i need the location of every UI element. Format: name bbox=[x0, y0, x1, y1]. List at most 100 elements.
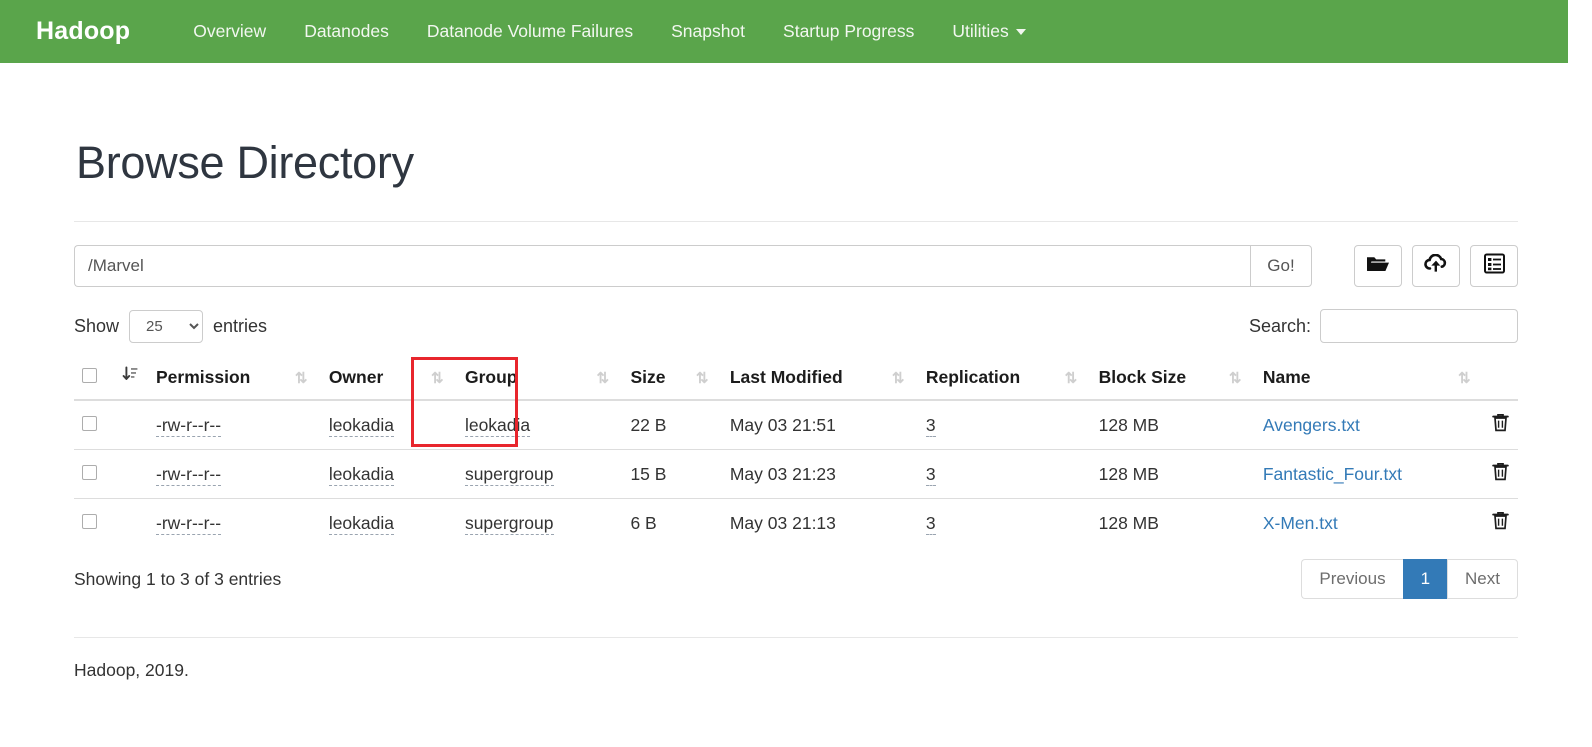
sort-toggle-size[interactable]: ⇅ bbox=[687, 357, 722, 401]
cell-replication: 3 bbox=[917, 399, 1057, 450]
delete-icon[interactable] bbox=[1492, 413, 1509, 436]
column-header-block-size[interactable]: Block Size bbox=[1090, 357, 1221, 401]
nav-item-startup-progress[interactable]: Startup Progress bbox=[764, 21, 933, 42]
upload-files-button[interactable] bbox=[1412, 245, 1460, 287]
file-name-link[interactable]: Avengers.txt bbox=[1263, 415, 1360, 435]
cell-gap bbox=[1056, 399, 1091, 450]
sort-amount-header[interactable] bbox=[114, 357, 148, 401]
cloud-upload-icon bbox=[1424, 253, 1448, 279]
cell-gap bbox=[286, 399, 321, 450]
pagination-page-1-button[interactable]: 1 bbox=[1402, 559, 1448, 599]
row-select-cell bbox=[74, 498, 114, 547]
cell-permission: -rw-r--r-- bbox=[148, 449, 287, 499]
pagination-next-button[interactable]: Next bbox=[1447, 559, 1518, 599]
cell-name: Fantastic_Four.txt bbox=[1254, 449, 1450, 499]
go-button[interactable]: Go! bbox=[1250, 245, 1312, 287]
owner-value[interactable]: leokadia bbox=[328, 463, 395, 486]
sort-both-icon[interactable]: ⇅ bbox=[892, 370, 905, 387]
cell-gap bbox=[588, 498, 623, 547]
sort-toggle-replication[interactable]: ⇅ bbox=[1056, 357, 1091, 401]
nav-item-snapshot[interactable]: Snapshot bbox=[652, 21, 764, 42]
nav-item-datanode-volume-failures[interactable]: Datanode Volume Failures bbox=[408, 21, 652, 42]
delete-icon[interactable] bbox=[1492, 462, 1509, 485]
column-header-size[interactable]: Size bbox=[622, 357, 688, 401]
column-header-permission[interactable]: Permission bbox=[148, 357, 287, 401]
sort-both-icon[interactable]: ⇅ bbox=[1458, 370, 1471, 387]
select-all-checkbox[interactable] bbox=[82, 367, 97, 383]
row-checkbox[interactable] bbox=[82, 513, 97, 529]
permission-value[interactable]: -rw-r--r-- bbox=[156, 414, 222, 437]
nav-item-datanodes[interactable]: Datanodes bbox=[285, 21, 408, 42]
replication-value[interactable]: 3 bbox=[925, 414, 936, 437]
group-value[interactable]: supergroup bbox=[464, 463, 554, 486]
sort-toggle-permission[interactable]: ⇅ bbox=[286, 357, 321, 401]
sort-both-icon[interactable]: ⇅ bbox=[1229, 370, 1242, 387]
owner-value[interactable]: leokadia bbox=[328, 512, 395, 535]
sort-toggle-group[interactable]: ⇅ bbox=[588, 357, 623, 401]
cell-permission: -rw-r--r-- bbox=[148, 498, 287, 547]
files-table: Permission ⇅ Owner ⇅ Group ⇅ Size ⇅ Last… bbox=[74, 357, 1518, 547]
delete-icon[interactable] bbox=[1492, 511, 1509, 534]
search-input[interactable] bbox=[1320, 309, 1518, 343]
column-header-last-modified[interactable]: Last Modified bbox=[721, 357, 884, 401]
row-spacer-cell bbox=[114, 449, 148, 499]
pagination-previous-button[interactable]: Previous bbox=[1301, 559, 1403, 599]
column-header-owner[interactable]: Owner bbox=[320, 357, 423, 401]
sort-both-icon[interactable]: ⇅ bbox=[1065, 370, 1078, 387]
create-directory-button[interactable] bbox=[1354, 245, 1402, 287]
nav-item-utilities[interactable]: Utilities bbox=[933, 21, 1044, 42]
title-divider bbox=[74, 221, 1518, 222]
cell-group: supergroup bbox=[456, 449, 589, 499]
cell-gap bbox=[1220, 399, 1255, 450]
row-checkbox[interactable] bbox=[82, 464, 97, 480]
replication-value[interactable]: 3 bbox=[925, 463, 936, 486]
cell-gap bbox=[687, 498, 722, 547]
sort-both-icon[interactable]: ⇅ bbox=[431, 370, 444, 387]
permission-value[interactable]: -rw-r--r-- bbox=[156, 463, 222, 486]
sort-both-icon[interactable]: ⇅ bbox=[596, 370, 609, 387]
hadoop-brand-link[interactable]: Hadoop bbox=[36, 17, 130, 46]
sort-toggle-name[interactable]: ⇅ bbox=[1450, 357, 1484, 401]
path-toolbar: Go! bbox=[74, 245, 1518, 287]
group-value[interactable]: supergroup bbox=[464, 512, 554, 535]
cell-gap bbox=[588, 449, 623, 499]
folder-open-icon bbox=[1366, 254, 1390, 279]
column-header-name[interactable]: Name bbox=[1254, 357, 1450, 401]
table-row[interactable]: -rw-r--r-- leokadia supergroup 15 B May … bbox=[74, 449, 1518, 499]
cell-block-size: 128 MB bbox=[1090, 399, 1221, 450]
page-title: Browse Directory bbox=[76, 137, 414, 188]
cell-delete bbox=[1484, 399, 1518, 450]
cell-gap bbox=[883, 449, 918, 499]
cell-gap bbox=[687, 399, 722, 450]
owner-value[interactable]: leokadia bbox=[328, 414, 395, 437]
entries-per-page-select[interactable]: 25 bbox=[129, 309, 204, 343]
sort-toggle-block-size[interactable]: ⇅ bbox=[1220, 357, 1255, 401]
cell-size: 15 B bbox=[622, 449, 688, 499]
column-header-group[interactable]: Group bbox=[456, 357, 589, 401]
cell-gap bbox=[1450, 498, 1484, 547]
nav-item-overview[interactable]: Overview bbox=[174, 21, 285, 42]
file-name-link[interactable]: Fantastic_Four.txt bbox=[1263, 464, 1402, 484]
row-select-cell bbox=[74, 399, 114, 450]
cell-gap bbox=[588, 399, 623, 450]
column-header-replication[interactable]: Replication bbox=[917, 357, 1057, 401]
row-checkbox[interactable] bbox=[82, 415, 97, 431]
permission-value[interactable]: -rw-r--r-- bbox=[156, 512, 222, 535]
cell-owner: leokadia bbox=[320, 399, 423, 450]
sort-amount-desc-icon[interactable] bbox=[122, 366, 139, 387]
replication-value[interactable]: 3 bbox=[925, 512, 936, 535]
sort-toggle-owner[interactable]: ⇅ bbox=[422, 357, 457, 401]
sort-both-icon[interactable]: ⇅ bbox=[696, 370, 709, 387]
cell-last-modified: May 03 21:51 bbox=[721, 399, 884, 450]
file-name-link[interactable]: X-Men.txt bbox=[1263, 513, 1338, 533]
sort-both-icon[interactable]: ⇅ bbox=[295, 370, 308, 387]
table-row[interactable]: -rw-r--r-- leokadia supergroup 6 B May 0… bbox=[74, 498, 1518, 547]
snapshot-button[interactable] bbox=[1470, 245, 1518, 287]
cell-group: leokadia bbox=[456, 399, 589, 450]
sort-toggle-last-modified[interactable]: ⇅ bbox=[883, 357, 918, 401]
table-row[interactable]: -rw-r--r-- leokadia leokadia 22 B May 03… bbox=[74, 399, 1518, 450]
show-entries-control: Show 25 entries bbox=[74, 309, 267, 343]
group-value[interactable]: leokadia bbox=[464, 414, 531, 437]
cell-size: 6 B bbox=[622, 498, 688, 547]
directory-path-input[interactable] bbox=[74, 245, 1250, 287]
